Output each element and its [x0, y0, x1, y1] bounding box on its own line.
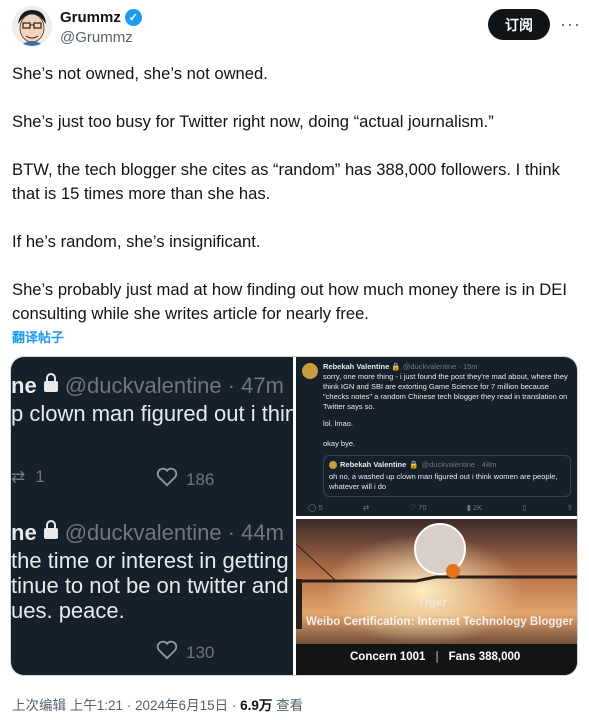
stats-divider: | [435, 651, 439, 663]
quoted-tweet-1-text: p clown man figured out i think w [11, 401, 293, 426]
like-count-2: 130 [186, 642, 215, 662]
rv-avatar [302, 363, 318, 379]
rv-bookmark-icon: ▯ [522, 503, 527, 512]
rv-like-stat: ♡ 70 [409, 503, 427, 512]
heart-icon-2 [156, 640, 178, 665]
rv-quote-lock-icon: 🔒 [409, 460, 419, 469]
paragraph-4: If he’s random, she’s insignificant. [12, 232, 261, 251]
concern-count: Concern 1001 [350, 651, 426, 663]
view-count: 6.9万 [240, 698, 273, 713]
blogger-stats: Concern 1001 | Fans 388,000 [350, 651, 520, 663]
rv-quote-card: Rebekah Valentine 🔒 @duckvalentine · 48m… [323, 455, 571, 497]
paragraph-5: She’s probably just mad at how finding o… [12, 280, 567, 323]
edited-timestamp[interactable]: 上次编辑 上午1:21 · 2024年6月15日 · [12, 698, 240, 713]
media-image-left[interactable]: ne @duckvalentine · 47m p clown man figu… [11, 357, 293, 675]
media-image-top-right[interactable]: Rebekah Valentine 🔒 @duckvalentine · 15m… [296, 357, 577, 516]
rv-lock-icon: 🔒 [391, 362, 401, 371]
rv-name: Rebekah Valentine [323, 362, 390, 371]
author-name[interactable]: Grummz [60, 9, 121, 26]
rv-lol: lol. lmao. [323, 419, 354, 428]
quoted-tweet-2-line-1: the time or interest in getting into [11, 548, 293, 573]
more-options-icon[interactable]: ··· [560, 14, 581, 35]
author-handle[interactable]: @Grummz [60, 29, 133, 46]
tweet-meta-footer: 上次编辑 上午1:21 · 2024年6月15日 · 6.9万 查看 [12, 694, 303, 714]
blogger-certification: Weibo Certification: Internet Technology… [306, 616, 574, 628]
rv-like-count: 70 [418, 503, 427, 512]
paragraph-2: She’s just too busy for Twitter right no… [12, 112, 494, 131]
rv-share-icon: ⇪ [566, 503, 573, 512]
paragraph-3: BTW, the tech blogger she cites as “rand… [12, 160, 560, 203]
verified-badge-icon: ✓ [124, 9, 142, 26]
lock-icon-2 [43, 520, 59, 546]
like-stat-2: 130 [156, 640, 214, 665]
quoted-tweet-1-header: ne @duckvalentine · 47m [11, 373, 284, 399]
retweet-stat: ⇄ 1 [11, 467, 45, 487]
quoted-name-fragment: ne [11, 373, 37, 398]
quoted-handle-time: @duckvalentine · 47m [64, 373, 284, 398]
rv-stats-row: ◯ 5 ⇄ ♡ 70 ▮ 2K ▯ ⇪ [308, 503, 573, 513]
quoted-tweet-2-line-2: tinue to not be on twitter and do [11, 573, 293, 598]
lock-icon [43, 373, 59, 399]
rv-quote-name: Rebekah Valentine [340, 460, 407, 469]
quoted-handle-time-2: @duckvalentine · 44m [64, 520, 284, 545]
tweet-text: She’s not owned, she’s not owned. She’s … [12, 62, 577, 326]
rv-header: Rebekah Valentine 🔒 @duckvalentine · 15m [323, 362, 478, 372]
rv-quote-text: oh no, a washed up clown man figured out… [329, 472, 558, 491]
translate-post-link[interactable]: 翻译帖子 [12, 327, 64, 346]
rv-retweet-icon: ⇄ [362, 503, 370, 512]
retweet-icon: ⇄ [11, 467, 26, 486]
rv-quote-avatar [329, 461, 337, 469]
media-image-bottom-right[interactable]: Tiger Weibo Certification: Internet Tech… [296, 519, 577, 675]
rv-handle-time: @duckvalentine · 15m [402, 362, 478, 371]
like-stat-1: 186 [156, 467, 214, 492]
rv-text: sorry, one more thing - i just found the… [323, 372, 568, 411]
avatar[interactable] [12, 6, 52, 46]
rv-bye: okay bye. [323, 439, 356, 448]
paragraph-1: She’s not owned, she’s not owned. [12, 64, 268, 83]
quoted-name-fragment-2: ne [11, 520, 37, 545]
rv-quote-header: Rebekah Valentine 🔒 @duckvalentine · 48m [329, 460, 496, 470]
rv-quote-handle-time: @duckvalentine · 48m [421, 460, 497, 469]
rv-views-count: 2K [472, 503, 483, 512]
quoted-tweet-2-line-3: ues. peace. [11, 598, 125, 623]
fans-count: Fans 388,000 [448, 651, 521, 663]
retweet-count: 1 [35, 467, 45, 486]
quoted-tweet-2-header: ne @duckvalentine · 44m [11, 520, 284, 546]
rv-views-stat: ▮ 2K [466, 503, 483, 512]
subscribe-button[interactable]: 订阅 [488, 9, 550, 40]
views-label: 查看 [272, 698, 304, 713]
heart-icon [156, 467, 178, 492]
blogger-name: Tiger [418, 595, 448, 609]
media-grid[interactable]: ne @duckvalentine · 47m p clown man figu… [10, 356, 578, 676]
author-name-row[interactable]: Grummz ✓ [60, 9, 142, 26]
like-count-1: 186 [186, 469, 215, 489]
rv-reply-stat: ◯ 5 [308, 503, 323, 512]
rv-reply-count: 5 [318, 503, 323, 512]
